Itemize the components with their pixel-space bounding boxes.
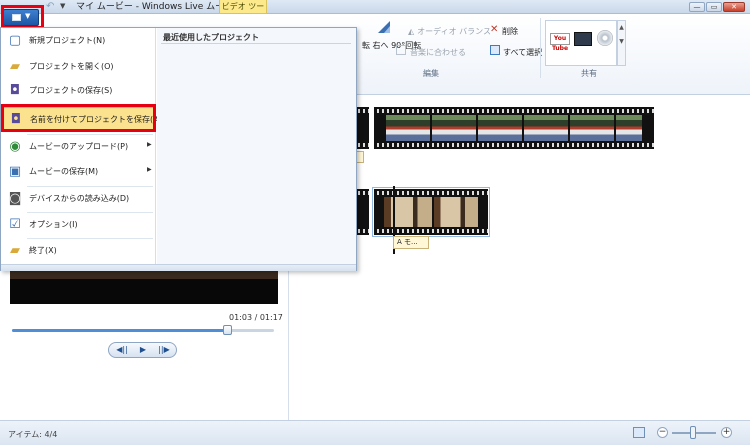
new-project-icon: ▢ — [8, 33, 22, 48]
next-frame-button[interactable]: ||▶ — [153, 344, 175, 356]
rotate-left-label-fragment: 転 — [362, 41, 370, 50]
preview-pane: 01:03 / 01:17 ◀|| ▶ ||▶ — [0, 268, 288, 420]
submenu-arrow-icon: ▶ — [147, 141, 152, 148]
gallery-scroll-button[interactable]: ▲ ▼ — [617, 20, 626, 66]
save-as-highlight-box — [1, 104, 156, 132]
fit-to-music-button[interactable]: 音楽に合わせる — [410, 47, 466, 58]
globe-upload-icon: ◉ — [9, 139, 21, 154]
caption-marker[interactable] — [356, 151, 364, 163]
menu-item-label: ムービーの保存(M) — [29, 167, 99, 176]
share-screen-icon[interactable] — [574, 32, 592, 46]
play-button[interactable]: ▶ — [132, 344, 154, 356]
share-gallery[interactable]: You Tube — [545, 20, 617, 66]
menu-item-label: 新規プロジェクト(N) — [29, 36, 106, 45]
menu-item-new-project[interactable]: ▢ 新規プロジェクト(N) — [3, 29, 154, 53]
video-clip-selected[interactable] — [372, 187, 490, 237]
film-save-icon: ▣ — [8, 164, 22, 179]
menu-item-open-project[interactable]: ▰ プロジェクトを開く(O) — [3, 55, 154, 79]
menu-item-upload-movie[interactable]: ◉ ムービーのアップロード(P) ▶ — [3, 135, 154, 159]
seek-bar[interactable] — [12, 329, 274, 332]
select-all-icon[interactable] — [490, 45, 500, 55]
transport-controls: ◀|| ▶ ||▶ — [108, 342, 177, 358]
select-all-button[interactable]: すべて選択 — [503, 47, 542, 58]
menu-item-label: プロジェクトの保存(S) — [29, 86, 113, 95]
item-count: アイテム: 4/4 — [8, 430, 58, 439]
edit-group-label: 編集 — [423, 69, 439, 78]
exit-folder-icon: ▰ — [10, 243, 20, 258]
zoom-in-button[interactable]: + — [721, 427, 732, 438]
seek-bar-fill — [12, 329, 227, 332]
seek-thumb[interactable] — [223, 325, 232, 335]
camera-import-icon: ◙ — [8, 191, 22, 206]
menu-item-save-project[interactable]: ◘ プロジェクトの保存(S) — [3, 79, 154, 103]
clip-frame — [386, 115, 430, 141]
save-disk-icon: ◘ — [9, 83, 21, 98]
menu-item-label: デバイスからの読み込み(D) — [29, 194, 130, 203]
close-button[interactable]: ✕ — [723, 2, 745, 12]
clip-frame — [616, 115, 642, 141]
previous-frame-button[interactable]: ◀|| — [111, 344, 133, 356]
open-folder-icon: ▰ — [10, 59, 20, 74]
clip-strip-partial[interactable] — [355, 189, 369, 235]
menu-item-label: オプション(I) — [29, 220, 78, 229]
share-group-label: 共有 — [581, 69, 597, 78]
quick-access-dropdown-icon[interactable]: ▼ — [60, 1, 69, 12]
audio-balance-button[interactable]: ◭ オーディオ バランス — [408, 26, 491, 37]
video-tools-context-tab[interactable]: ビデオ ツール — [219, 0, 267, 24]
clip-frame — [384, 197, 432, 227]
recent-divider — [161, 43, 351, 44]
clip-frame — [432, 115, 476, 141]
submenu-arrow-icon: ▶ — [147, 166, 152, 173]
clip-strip-partial[interactable] — [355, 107, 369, 149]
menu-item-import-device[interactable]: ◙ デバイスからの読み込み(D) — [3, 187, 154, 211]
file-menu-footer — [1, 264, 356, 271]
options-checklist-icon: ☑ — [9, 217, 21, 232]
rotate-right-icon[interactable] — [376, 20, 392, 34]
youtube-icon[interactable]: You Tube — [550, 33, 570, 52]
file-menu-commands: ▢ 新規プロジェクト(N) ▰ プロジェクトを開く(O) ◘ プロジェクトの保存… — [1, 28, 162, 264]
zoom-out-button[interactable]: − — [657, 427, 668, 438]
menu-item-label: ムービーのアップロード(P) — [29, 142, 129, 151]
minimize-button[interactable]: — — [689, 2, 705, 12]
thumbnail-size-icon[interactable] — [633, 427, 645, 438]
preview-video — [10, 268, 278, 304]
menu-item-exit[interactable]: ▰ 終了(X) — [3, 239, 154, 263]
time-readout: 01:03 / 01:17 — [229, 313, 283, 322]
menu-item-label: プロジェクトを開く(O) — [29, 62, 114, 71]
caption-tag[interactable]: A モ... — [393, 236, 429, 249]
delete-button[interactable]: 削除 — [502, 26, 518, 37]
fit-to-music-icon — [396, 45, 406, 55]
group-divider — [540, 18, 541, 78]
menu-item-save-movie[interactable]: ▣ ムービーの保存(M) ▶ — [3, 160, 154, 184]
undo-icon[interactable]: ↶ — [46, 1, 57, 12]
audio-balance-icon: ◭ — [408, 27, 415, 36]
file-menu: ▢ 新規プロジェクト(N) ▰ プロジェクトを開く(O) ◘ プロジェクトの保存… — [0, 27, 357, 271]
maximize-button[interactable]: ▭ — [706, 2, 722, 12]
clip-frame — [524, 115, 568, 141]
audio-balance-label: オーディオ バランス — [417, 27, 491, 36]
recent-projects-pane: 最近使用したプロジェクト — [157, 28, 356, 264]
title-bar: ↶ ▼ マイ ムービー - Windows Live ムービー ... ビデオ … — [0, 0, 750, 24]
zoom-slider-thumb[interactable] — [690, 426, 696, 439]
clip-frame — [570, 115, 614, 141]
status-bar: アイテム: 4/4 − + — [0, 420, 750, 445]
clip-frame — [478, 115, 522, 141]
file-button-highlight-box — [1, 5, 44, 29]
menu-item-label: 終了(X) — [29, 246, 57, 255]
delete-icon[interactable]: ✕ — [490, 24, 498, 35]
recent-projects-title: 最近使用したプロジェクト — [163, 33, 259, 42]
clip-frame — [434, 197, 478, 227]
video-clip-flamingo[interactable] — [374, 107, 654, 149]
menu-item-options[interactable]: ☑ オプション(I) — [3, 213, 154, 237]
dvd-disc-icon[interactable] — [597, 30, 613, 46]
